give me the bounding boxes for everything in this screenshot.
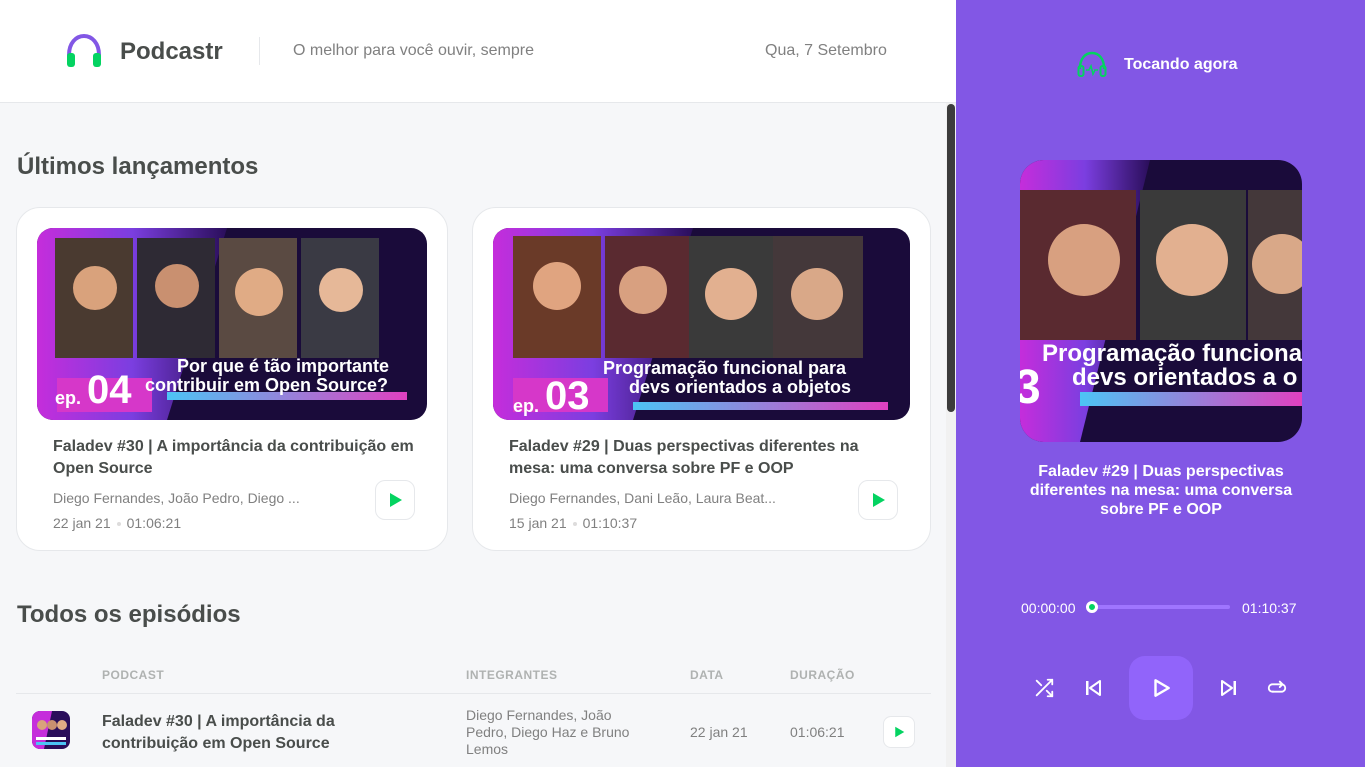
row-episode-title-link[interactable]: Faladev #30 | A importância da contribui… <box>102 711 392 755</box>
header: Podcastr O melhor para você ouvir, sempr… <box>0 0 956 103</box>
cover-caption: devs orientados a o <box>1072 364 1298 391</box>
thumbnail-caption: Por que é tão importante <box>177 356 390 376</box>
headphones-logo-icon <box>67 33 101 67</box>
thumbnail-ep-prefix: ep. <box>55 388 82 408</box>
meta-separator <box>572 522 577 527</box>
row-duration: 01:06:21 <box>790 724 845 740</box>
play-episode-button[interactable] <box>375 480 415 520</box>
thumbnail-caption: devs orientados a objetos <box>629 377 852 397</box>
thumbnail-caption: Programação funcional para <box>603 358 847 378</box>
next-button[interactable] <box>1217 676 1241 700</box>
play-green-icon <box>390 493 402 507</box>
repeat-button[interactable] <box>1265 676 1289 700</box>
row-date: 22 jan 21 <box>690 724 748 740</box>
now-playing-title: Faladev #29 | Duas perspectivas diferent… <box>1029 463 1293 518</box>
episode-thumbnail[interactable]: ep. 03 Programação funcional para devs o… <box>493 228 910 420</box>
play-green-icon <box>895 726 905 738</box>
episode-date: 15 jan 21 <box>509 515 567 531</box>
shuffle-icon <box>1035 678 1054 698</box>
column-header-date: Data <box>690 668 724 682</box>
app-logo-text: Podcastr <box>120 38 223 65</box>
thumbnail-ep-prefix: ep. <box>513 396 540 416</box>
current-date: Qua, 7 Setembro <box>765 42 887 59</box>
episode-duration: 01:10:37 <box>582 515 638 531</box>
thumbnail-ep-number: 04 <box>87 368 132 412</box>
episode-members: Diego Fernandes, Dani Leão, Laura Beat..… <box>509 490 776 506</box>
play-previous-icon <box>1086 680 1101 696</box>
play-pause-button[interactable] <box>1129 656 1193 720</box>
episode-card: ep. 03 Programação funcional para devs o… <box>472 207 931 551</box>
now-playing-label: Tocando agora <box>1124 56 1238 73</box>
play-icon <box>1154 679 1170 697</box>
thumbnail-ep-number: 03 <box>545 374 590 418</box>
tagline: O melhor para você ouvir, sempre <box>293 42 534 59</box>
all-episodes-title: Todos os episódios <box>17 601 241 628</box>
progress-handle[interactable] <box>1086 601 1098 613</box>
meta-separator <box>116 522 121 527</box>
latest-section-title: Últimos lançamentos <box>17 153 259 180</box>
episode-title-link[interactable]: Faladev #29 | Duas perspectivas diferent… <box>509 436 909 480</box>
episode-card: ep. 04 Por que é tão importante contribu… <box>16 207 448 551</box>
shuffle-button[interactable] <box>1032 676 1056 700</box>
player-panel: Tocando agora 3 Programação funcional de… <box>956 0 1365 767</box>
episode-thumbnail[interactable]: ep. 04 Por que é tão importante contribu… <box>37 228 427 420</box>
column-header-podcast: Podcast <box>102 668 165 682</box>
total-time: 01:10:37 <box>1242 600 1297 616</box>
thumbnail-caption: contribuir em Open Source? <box>145 375 389 395</box>
cover-ep-number: 3 <box>1020 361 1041 414</box>
episode-duration: 01:06:21 <box>126 515 182 531</box>
header-divider <box>259 37 260 65</box>
episode-title-link[interactable]: Faladev #30 | A importância da contribui… <box>53 436 425 480</box>
episode-thumbnail-small <box>32 711 70 749</box>
episode-meta: 22 jan 21 01:06:21 <box>53 515 181 531</box>
column-header-duration: Duração <box>790 668 855 682</box>
play-next-icon <box>1221 680 1236 696</box>
table-divider <box>16 693 931 694</box>
progress-slider[interactable] <box>1090 605 1230 609</box>
play-green-icon <box>873 493 885 507</box>
row-members: Diego Fernandes, João Pedro, Diego Haz e… <box>466 707 630 757</box>
episode-members: Diego Fernandes, João Pedro, Diego ... <box>53 490 300 506</box>
episode-date: 22 jan 21 <box>53 515 111 531</box>
column-header-members: Integrantes <box>466 668 558 682</box>
headphones-playing-icon <box>1077 51 1107 77</box>
episode-meta: 15 jan 21 01:10:37 <box>509 515 637 531</box>
current-time: 00:00:00 <box>1021 600 1076 616</box>
repeat-icon <box>1267 680 1287 693</box>
row-play-button[interactable] <box>883 716 915 748</box>
scrollbar-thumb[interactable] <box>947 104 955 412</box>
now-playing-cover: 3 Programação funcional devs orientados … <box>1020 160 1302 442</box>
play-episode-button[interactable] <box>858 480 898 520</box>
previous-button[interactable] <box>1081 676 1105 700</box>
